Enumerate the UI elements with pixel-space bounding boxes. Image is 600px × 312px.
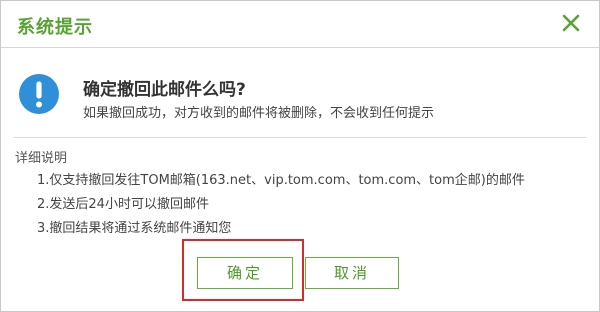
confirm-question: 确定撤回此邮件么吗? [83, 80, 246, 100]
detail-item-3: 3.撤回结果将通过系统邮件通知您 [37, 221, 232, 236]
detail-item-1: 1.仅支持撤回发往TOM邮箱(163.net、vip.tom.com、tom.c… [37, 173, 525, 188]
confirm-button[interactable]: 确定 [197, 257, 293, 289]
recall-mail-dialog: 系统提示 确定撤回此邮件么吗? 如果撤回成功，对方收到的邮件将被删除，不会收到任… [0, 0, 600, 312]
cancel-button[interactable]: 取消 [305, 257, 399, 289]
details-heading: 详细说明 [15, 151, 68, 166]
recall-info-text: 如果撤回成功，对方收到的邮件将被删除，不会收到任何提示 [83, 106, 435, 121]
exclamation-circle-icon [18, 73, 60, 115]
divider [14, 137, 586, 138]
dialog-title: 系统提示 [17, 17, 93, 38]
close-icon [562, 14, 580, 32]
close-button[interactable] [559, 11, 583, 35]
dialog-titlebar: 系统提示 [1, 1, 599, 48]
detail-item-2: 2.发送后24小时可以撤回邮件 [37, 197, 209, 212]
